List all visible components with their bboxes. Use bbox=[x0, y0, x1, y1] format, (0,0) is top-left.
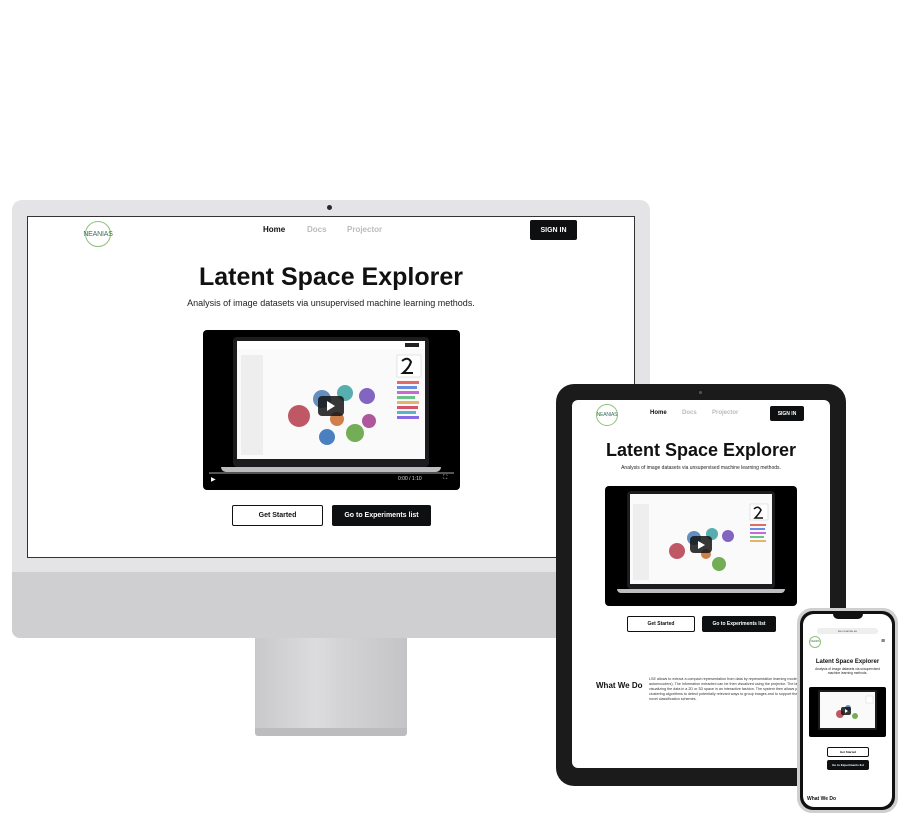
experiments-list-button[interactable]: Go to Experiments list bbox=[827, 760, 869, 770]
video-progress-bar[interactable] bbox=[209, 472, 454, 474]
neanias-logo[interactable]: NEANIAS bbox=[83, 221, 113, 247]
page-subtitle: Analysis of image datasets via unsupervi… bbox=[187, 298, 475, 308]
desktop-camera bbox=[327, 205, 332, 210]
what-we-do-title: What We Do bbox=[807, 796, 837, 802]
demo-video-player[interactable] bbox=[605, 486, 797, 606]
phone-notch bbox=[833, 612, 863, 619]
what-we-do-title: What We Do bbox=[596, 681, 643, 690]
video-play-icon[interactable]: ▶ bbox=[211, 476, 216, 483]
demo-video-player[interactable]: ▶ 0:00 / 1:10 ⛶ bbox=[203, 330, 460, 490]
play-button[interactable] bbox=[318, 396, 344, 416]
logo-text: NEANIAS bbox=[596, 412, 618, 418]
logo-text: NEANIAS bbox=[83, 230, 113, 238]
video-laptop-base bbox=[617, 589, 785, 593]
desktop-screen: NEANIAS Home Docs Projector SIGN IN Late… bbox=[27, 216, 635, 558]
page-title: Latent Space Explorer bbox=[605, 440, 797, 460]
sign-in-button[interactable]: SIGN IN bbox=[770, 406, 804, 421]
get-started-button[interactable]: Get Started bbox=[232, 505, 323, 526]
play-button[interactable] bbox=[841, 707, 851, 715]
get-started-button[interactable]: Get Started bbox=[827, 747, 869, 757]
page-subtitle: Analysis of image datasets via unsupervi… bbox=[815, 667, 880, 676]
experiments-list-button[interactable]: Go to Experiments list bbox=[702, 616, 776, 632]
page-subtitle: Analysis of image datasets via unsupervi… bbox=[621, 465, 781, 471]
fullscreen-icon[interactable]: ⛶ bbox=[443, 475, 447, 482]
desktop-monitor-chin bbox=[12, 572, 650, 638]
phone-screen: lse.neanias.eu NEANIAS ≡ Latent Space Ex… bbox=[803, 614, 892, 807]
nav-projector[interactable]: Projector bbox=[712, 410, 738, 416]
video-timestamp: 0:00 / 1:10 bbox=[398, 476, 422, 482]
page-title: Latent Space Explorer bbox=[815, 659, 880, 665]
play-button[interactable] bbox=[690, 536, 712, 553]
nav-home[interactable]: Home bbox=[650, 410, 667, 416]
nav-projector[interactable]: Projector bbox=[347, 225, 382, 234]
get-started-button[interactable]: Get Started bbox=[627, 616, 695, 632]
logo-text: NEANIAS bbox=[810, 641, 820, 643]
desktop-monitor-stand bbox=[255, 638, 407, 730]
hamburger-menu-icon[interactable]: ≡ bbox=[881, 638, 885, 645]
neanias-logo[interactable]: NEANIAS bbox=[596, 404, 618, 426]
tablet-screen: NEANIAS Home Docs Projector SIGN IN Late… bbox=[572, 400, 830, 768]
demo-video-player[interactable] bbox=[809, 687, 886, 737]
nav-docs[interactable]: Docs bbox=[307, 225, 327, 234]
device-mockup-composition: NEANIAS Home Docs Projector SIGN IN Late… bbox=[0, 0, 908, 823]
tablet-camera bbox=[699, 391, 702, 394]
neanias-logo[interactable]: NEANIAS bbox=[809, 636, 821, 648]
experiments-list-button[interactable]: Go to Experiments list bbox=[332, 505, 431, 526]
desktop-monitor-foot bbox=[255, 728, 407, 736]
nav-home[interactable]: Home bbox=[263, 225, 285, 234]
page-title: Latent Space Explorer bbox=[199, 263, 463, 291]
what-we-do-text: LSE allows to extract a compact represen… bbox=[649, 677, 818, 701]
phone-url-bar[interactable]: lse.neanias.eu bbox=[817, 628, 878, 634]
sign-in-button[interactable]: SIGN IN bbox=[530, 220, 577, 240]
nav-docs[interactable]: Docs bbox=[682, 410, 697, 416]
